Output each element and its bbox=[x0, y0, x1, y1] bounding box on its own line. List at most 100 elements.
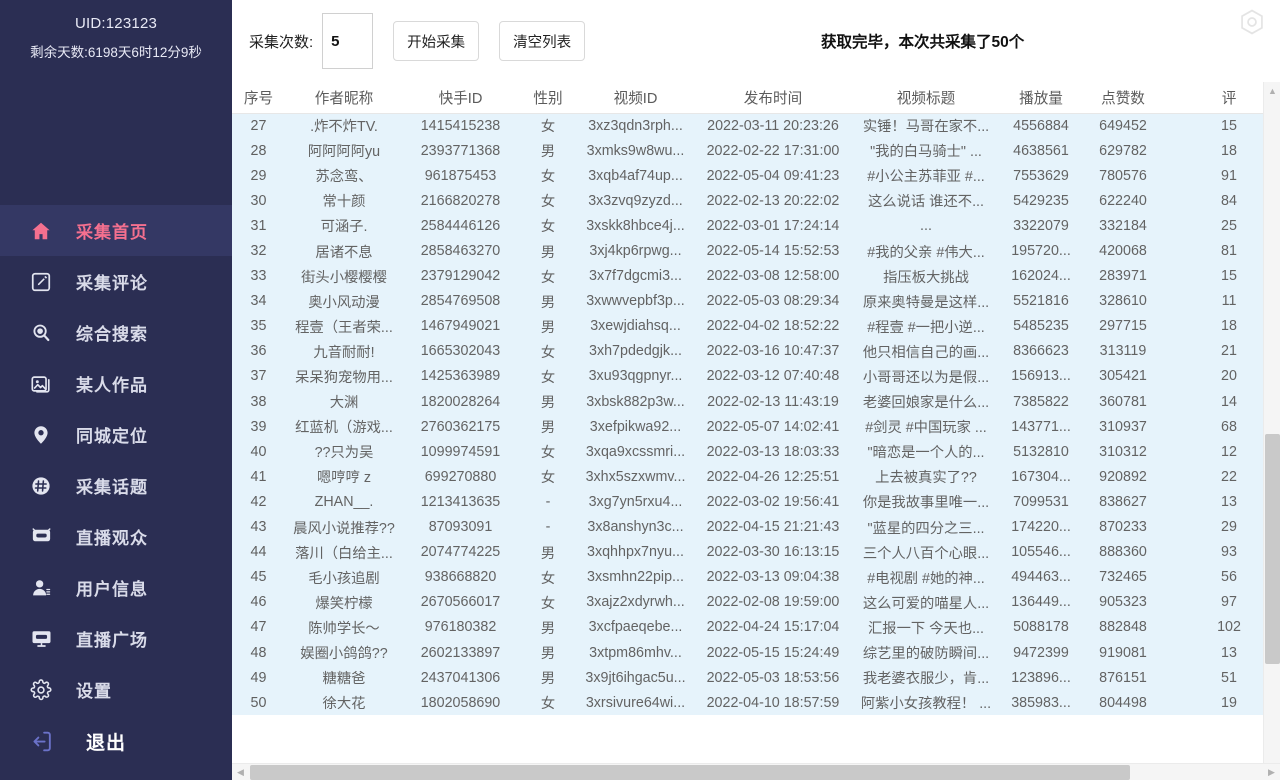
live-tv-icon bbox=[24, 525, 58, 548]
cell-like-count: 360781 bbox=[1083, 389, 1163, 414]
table-row[interactable]: 29苏念鸾、961875453女3xqb4af74up...2022-05-04… bbox=[232, 163, 1280, 188]
table-row[interactable]: 38大渊1820028264男3xbsk882p3w...2022-02-13 … bbox=[232, 389, 1280, 414]
cell-video-id: 3x9jt6ihgac5u... bbox=[578, 665, 693, 690]
table-row[interactable]: 32居诸不息2858463270男3xj4kp6rpwg...2022-05-1… bbox=[232, 238, 1280, 263]
column-header-nickname[interactable]: 作者昵称 bbox=[285, 82, 403, 113]
table-row[interactable]: 34奥小风动漫2854769508男3xwwvepbf3p...2022-05-… bbox=[232, 289, 1280, 314]
sidebar-item-collect-home[interactable]: 采集首页 bbox=[0, 205, 232, 256]
cell-video-id: 3xskk8hbce4j... bbox=[578, 213, 693, 238]
cell-index: 40 bbox=[232, 439, 285, 464]
sidebar-item-logout[interactable]: 退出 bbox=[0, 716, 232, 767]
main-panel: 采集次数: 开始采集 清空列表 获取完毕，本次共采集了50个 bbox=[232, 0, 1280, 780]
scroll-left-arrow-icon[interactable]: ◀ bbox=[232, 764, 249, 780]
cell-like-count: 297715 bbox=[1083, 314, 1163, 339]
cell-play-count: 174220... bbox=[999, 515, 1083, 540]
sidebar-item-label: 采集话题 bbox=[76, 473, 148, 498]
cell-video-title: 我老婆衣服少，肯... bbox=[853, 665, 999, 690]
table-row[interactable]: 40??只为吴1099974591女3xqa9xcssmri...2022-03… bbox=[232, 439, 1280, 464]
gear-hex-icon[interactable] bbox=[1238, 8, 1266, 36]
sidebar-item-user-works[interactable]: 某人作品 bbox=[0, 358, 232, 409]
cell-nickname: 娱圈小鸽鸽?? bbox=[285, 640, 403, 665]
cell-play-count: 385983... bbox=[999, 690, 1083, 715]
vertical-scrollbar[interactable]: ▲ ▼ bbox=[1263, 82, 1280, 780]
sidebar-item-topics[interactable]: 采集话题 bbox=[0, 460, 232, 511]
table-row[interactable]: 41嗯哼哼 z699270880女3xhx5szxwmv...2022-04-2… bbox=[232, 464, 1280, 489]
table-row[interactable]: 43晨风小说推荐??87093091-3x8anshyn3c...2022-04… bbox=[232, 515, 1280, 540]
table-row[interactable]: 47陈帅学长～976180382男3xcfpaeqebe...2022-04-2… bbox=[232, 615, 1280, 640]
scroll-up-arrow-icon[interactable]: ▲ bbox=[1264, 82, 1280, 99]
cell-publish-time: 2022-05-14 15:52:53 bbox=[693, 238, 853, 263]
cell-index: 39 bbox=[232, 414, 285, 439]
cell-index: 34 bbox=[232, 289, 285, 314]
vertical-scrollbar-thumb[interactable] bbox=[1265, 434, 1280, 664]
clear-list-button[interactable]: 清空列表 bbox=[499, 21, 585, 61]
cell-index: 30 bbox=[232, 188, 285, 213]
table-row[interactable]: 46爆笑柠檬2670566017女3xajz2xdyrwh...2022-02-… bbox=[232, 590, 1280, 615]
horizontal-scrollbar[interactable]: ◀ ▶ bbox=[232, 763, 1280, 780]
table-row[interactable]: 28阿阿阿阿yu2393771368男3xmks9w8wu...2022-02-… bbox=[232, 138, 1280, 163]
cell-video-id: 3x7f7dgcmi3... bbox=[578, 264, 693, 289]
grid-scroll-area: 序号 作者昵称 快手ID 性别 视频ID 发布时间 视频标题 播放量 点赞数 评 bbox=[232, 82, 1280, 780]
cell-index: 32 bbox=[232, 238, 285, 263]
table-row[interactable]: 44落川（白给主...2074774225男3xqhhpx7nyu...2022… bbox=[232, 540, 1280, 565]
cell-video-id: 3xajz2xdyrwh... bbox=[578, 590, 693, 615]
table-row[interactable]: 36九音耐耐!1665302043女3xh7pdedgjk...2022-03-… bbox=[232, 339, 1280, 364]
scroll-right-arrow-icon[interactable]: ▶ bbox=[1263, 764, 1280, 780]
cell-gender: - bbox=[518, 515, 578, 540]
cell-nickname: 街头小樱樱樱 bbox=[285, 264, 403, 289]
logout-arrow-icon bbox=[24, 729, 58, 754]
cell-gender: 女 bbox=[518, 565, 578, 590]
column-header-play-count[interactable]: 播放量 bbox=[999, 82, 1083, 113]
table-row[interactable]: 49糖糖爸2437041306男3x9jt6ihgac5u...2022-05-… bbox=[232, 665, 1280, 690]
table-row[interactable]: 45毛小孩追剧938668820女3xsmhn22pip...2022-03-1… bbox=[232, 565, 1280, 590]
sidebar-item-settings[interactable]: 设置 bbox=[0, 664, 232, 715]
cell-nickname: 晨风小说推荐?? bbox=[285, 515, 403, 540]
table-row[interactable]: 50徐大花1802058690女3xrsivure64wi...2022-04-… bbox=[232, 690, 1280, 715]
table-row[interactable]: 30常十颜2166820278女3x3zvq9zyzd...2022-02-13… bbox=[232, 188, 1280, 213]
column-header-video-id[interactable]: 视频ID bbox=[578, 82, 693, 113]
sidebar-item-live-audience[interactable]: 直播观众 bbox=[0, 511, 232, 562]
cell-nickname: 常十颜 bbox=[285, 188, 403, 213]
cell-publish-time: 2022-03-12 07:40:48 bbox=[693, 364, 853, 389]
collect-count-input[interactable] bbox=[322, 13, 373, 69]
cell-publish-time: 2022-05-03 18:53:56 bbox=[693, 665, 853, 690]
start-collect-button[interactable]: 开始采集 bbox=[393, 21, 479, 61]
sidebar-item-collect-comments[interactable]: 采集评论 bbox=[0, 256, 232, 307]
cell-nickname: ZHAN__. bbox=[285, 489, 403, 514]
sidebar-item-live-plaza[interactable]: 直播广场 bbox=[0, 613, 232, 664]
table-row[interactable]: 37呆呆狗宠物用...1425363989女3xu93qgpnyr...2022… bbox=[232, 364, 1280, 389]
cell-publish-time: 2022-03-01 17:24:14 bbox=[693, 213, 853, 238]
column-header-kuaishou-id[interactable]: 快手ID bbox=[403, 82, 518, 113]
cell-video-title: 综艺里的破防瞬间... bbox=[853, 640, 999, 665]
column-header-video-title[interactable]: 视频标题 bbox=[853, 82, 999, 113]
table-row[interactable]: 27.炸不炸TV.1415415238女3xz3qdn3rph...2022-0… bbox=[232, 113, 1280, 138]
sidebar-item-search[interactable]: 综合搜索 bbox=[0, 307, 232, 358]
column-header-like-count[interactable]: 点赞数 bbox=[1083, 82, 1163, 113]
cell-like-count: 919081 bbox=[1083, 640, 1163, 665]
cell-like-count: 920892 bbox=[1083, 464, 1163, 489]
column-header-index[interactable]: 序号 bbox=[232, 82, 285, 113]
column-header-gender[interactable]: 性别 bbox=[518, 82, 578, 113]
cell-gender: 男 bbox=[518, 665, 578, 690]
table-row[interactable]: 33街头小樱樱樱2379129042女3x7f7dgcmi3...2022-03… bbox=[232, 264, 1280, 289]
cell-play-count: 7553629 bbox=[999, 163, 1083, 188]
cell-video-id: 3xj4kp6rpwg... bbox=[578, 238, 693, 263]
cell-kuaishou-id: 2602133897 bbox=[403, 640, 518, 665]
sidebar: UID:123123 剩余天数:6198天6时12分9秒 采集首页 采集评论 bbox=[0, 0, 232, 780]
sidebar-item-location[interactable]: 同城定位 bbox=[0, 409, 232, 460]
cell-video-id: 3xg7yn5rxu4... bbox=[578, 489, 693, 514]
table-row[interactable]: 42ZHAN__.1213413635-3xg7yn5rxu4...2022-0… bbox=[232, 489, 1280, 514]
cell-kuaishou-id: 2858463270 bbox=[403, 238, 518, 263]
table-row[interactable]: 31可涵子.2584446126女3xskk8hbce4j...2022-03-… bbox=[232, 213, 1280, 238]
column-header-publish-time[interactable]: 发布时间 bbox=[693, 82, 853, 113]
cell-video-title: 三个人八百个心眼... bbox=[853, 540, 999, 565]
table-row[interactable]: 35程壹（王者荣...1467949021男3xewjdiahsq...2022… bbox=[232, 314, 1280, 339]
table-row[interactable]: 39红蓝机（游戏...2760362175男3xefpikwa92...2022… bbox=[232, 414, 1280, 439]
cell-publish-time: 2022-03-11 20:23:26 bbox=[693, 113, 853, 138]
cell-nickname: 呆呆狗宠物用... bbox=[285, 364, 403, 389]
horizontal-scrollbar-thumb[interactable] bbox=[250, 765, 1130, 780]
table-row[interactable]: 48娱圈小鸽鸽??2602133897男3xtpm86mhv...2022-05… bbox=[232, 640, 1280, 665]
gear-icon bbox=[24, 679, 58, 701]
cell-video-id: 3xefpikwa92... bbox=[578, 414, 693, 439]
sidebar-item-user-info[interactable]: 用户信息 bbox=[0, 562, 232, 613]
